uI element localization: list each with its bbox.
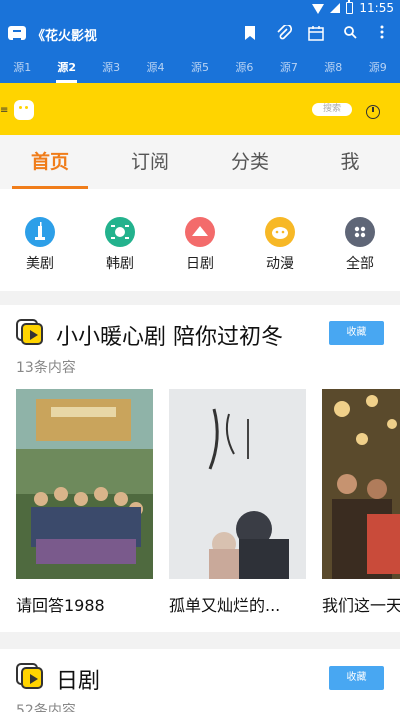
show-carousel: 请回答1988 孤单又灿烂的... 我们这一天 <box>16 389 400 619</box>
category-japanese-drama[interactable]: 日剧 <box>160 189 240 291</box>
source-tab[interactable]: 源7 <box>267 53 311 83</box>
source-tab[interactable]: 源3 <box>89 53 133 83</box>
poster-image <box>169 389 306 579</box>
section-title: 小小暖心剧 陪你过初冬 <box>56 325 283 350</box>
wifi-icon <box>312 4 325 14</box>
signal-icon <box>330 3 341 13</box>
source-tab-active[interactable]: 源2 <box>44 53 88 83</box>
calendar-icon[interactable] <box>306 25 326 45</box>
search-input[interactable]: 搜索 <box>312 103 352 116</box>
source-tab[interactable]: 源4 <box>133 53 177 83</box>
korean-flag-icon <box>105 217 135 247</box>
menu-icon[interactable]: ≡ <box>0 105 8 116</box>
category-anime[interactable]: 动漫 <box>240 189 320 291</box>
category-us-drama[interactable]: 美剧 <box>0 189 80 291</box>
tab-me[interactable]: 我 <box>300 135 400 189</box>
source-tab[interactable]: 源1 <box>0 53 44 83</box>
collect-button[interactable]: 收藏 <box>329 666 384 690</box>
show-title: 我们这一天 <box>322 596 400 615</box>
source-tab[interactable]: 源9 <box>356 53 400 83</box>
tab-subscribe[interactable]: 订阅 <box>100 135 200 189</box>
playlist-icon <box>16 663 44 689</box>
history-icon[interactable] <box>366 105 380 119</box>
section-count: 13条内容 <box>16 360 76 376</box>
status-bar: 11:55 <box>0 0 400 17</box>
show-card[interactable]: 孤单又灿烂的... <box>169 389 306 616</box>
mount-fuji-icon <box>185 217 215 247</box>
section-japanese-drama: 日剧 收藏 52条内容 <box>0 649 400 712</box>
category-shortcuts: 美剧 韩剧 日剧 动漫 全部 <box>0 189 400 291</box>
logo-icon <box>14 100 34 120</box>
bookmark-icon[interactable] <box>240 25 260 45</box>
category-label: 韩剧 <box>106 256 134 272</box>
tab-home[interactable]: 首页 <box>0 135 100 189</box>
category-all[interactable]: 全部 <box>320 189 400 291</box>
category-korean-drama[interactable]: 韩剧 <box>80 189 160 291</box>
show-card[interactable]: 请回答1988 <box>16 389 153 616</box>
search-icon[interactable] <box>340 25 360 45</box>
battery-icon <box>346 0 354 14</box>
show-card[interactable]: 我们这一天 <box>322 389 400 616</box>
back-button[interactable] <box>8 26 26 40</box>
section-title: 日剧 <box>56 669 101 694</box>
show-title: 孤单又灿烂的... <box>169 596 281 615</box>
anime-face-icon <box>265 217 295 247</box>
category-label: 美剧 <box>26 256 54 272</box>
poster-image <box>16 389 153 579</box>
collect-button[interactable]: 收藏 <box>329 321 384 345</box>
more-icon[interactable] <box>372 25 392 45</box>
statue-of-liberty-icon <box>25 217 55 247</box>
section-count: 52条内容 <box>16 703 76 712</box>
main-tabs: 首页 订阅 分类 我 <box>0 135 400 189</box>
app-title: 《花火影视 <box>32 29 98 44</box>
category-label: 动漫 <box>266 256 294 272</box>
grid-icon <box>345 217 375 247</box>
app-bar: 《花火影视 <box>0 17 400 53</box>
status-time: 11:55 <box>359 1 394 15</box>
source-tab[interactable]: 源5 <box>178 53 222 83</box>
show-title: 请回答1988 <box>16 596 105 615</box>
poster-image <box>322 389 400 579</box>
yellow-header: ≡ 搜索 <box>0 83 400 135</box>
source-tab[interactable]: 源8 <box>311 53 355 83</box>
source-tabs: 源1 源2 源3 源4 源5 源6 源7 源8 源9 <box>0 53 400 83</box>
category-label: 日剧 <box>186 256 214 272</box>
source-tab[interactable]: 源6 <box>222 53 266 83</box>
attachment-icon[interactable] <box>274 23 294 45</box>
category-label: 全部 <box>346 256 374 272</box>
playlist-icon <box>16 319 44 345</box>
tab-category[interactable]: 分类 <box>200 135 300 189</box>
